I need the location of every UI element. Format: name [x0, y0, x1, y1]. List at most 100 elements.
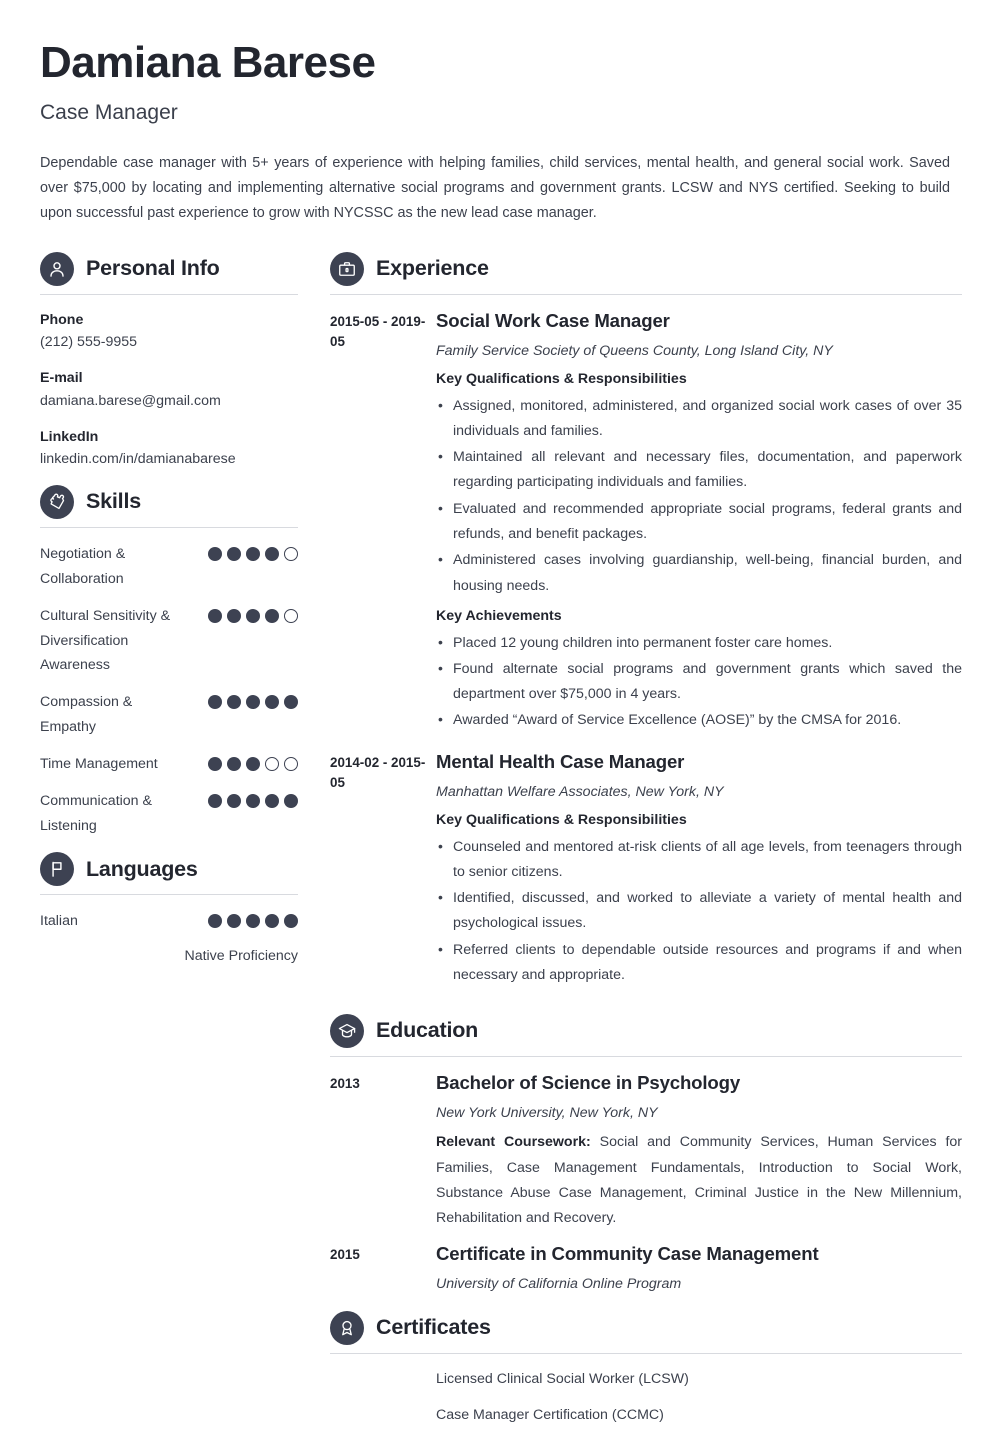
section-experience: Experience 2015-05 - 2019-05 Social Work …: [330, 251, 962, 995]
section-header: Skills: [40, 484, 298, 527]
entry-subtitle: University of California Online Program: [436, 1275, 682, 1292]
flag-icon: [40, 852, 74, 887]
detail-label: Relevant Coursework:: [436, 1134, 591, 1151]
rating-dot: [265, 608, 279, 623]
entry-date: 2014-02 - 2015-05: [330, 754, 426, 791]
page-title: Damiana Barese: [40, 38, 376, 87]
certificate-item: Case Manager Certification (CCMC): [436, 1407, 664, 1424]
section-header: Personal Info: [40, 251, 298, 294]
section-header: Certificates: [330, 1310, 962, 1353]
certificate-item: Licensed Clinical Social Worker (LCSW): [436, 1370, 689, 1387]
graduation-cap-icon: [330, 1014, 364, 1049]
group-heading: Key Qualifications & Responsibilities: [436, 370, 687, 387]
education-entry: 2015 Certificate in Community Case Manage…: [330, 1242, 962, 1301]
personal-info-item: Phone (212) 555-9955: [40, 309, 298, 354]
rating-dot: [246, 608, 260, 623]
bullet-list: Assigned, monitored, administered, and o…: [436, 393, 962, 599]
rating-dot: [227, 608, 241, 623]
skill-name: Compassion & Empathy: [40, 694, 133, 736]
rating-dot: [246, 793, 260, 808]
field-label: E-mail: [40, 370, 83, 387]
rating-dot: [227, 756, 241, 771]
section-divider: [40, 293, 298, 295]
entry-title: Social Work Case Manager: [436, 309, 670, 331]
rating-dot: [208, 914, 222, 929]
section-personal-info: Personal Info Phone (212) 555-9955 E-mai…: [40, 251, 298, 471]
rating-dots: [208, 752, 298, 771]
field-value[interactable]: linkedin.com/in/damianabarese: [40, 448, 298, 471]
personal-info-item: E-mail damiana.barese@gmail.com: [40, 367, 298, 412]
field-label: Phone: [40, 311, 84, 328]
rating-dot: [208, 695, 222, 710]
section-header: Experience: [330, 251, 962, 294]
rating-dot: [265, 695, 279, 710]
sidebar-column: Personal Info Phone (212) 555-9955 E-mai…: [40, 251, 298, 975]
rating-dot: [284, 546, 298, 561]
rating-dot: [227, 695, 241, 710]
rating-dot: [246, 914, 260, 929]
experience-entries: 2015-05 - 2019-05 Social Work Case Manage…: [330, 309, 962, 995]
bullet-list: Counseled and mentored at-risk clients o…: [436, 834, 962, 989]
puzzle-piece-icon: [40, 484, 74, 519]
skill-row: Communication & Listening: [40, 789, 298, 839]
entry-subtitle: New York University, New York, NY: [436, 1105, 658, 1122]
section-divider: [330, 293, 962, 295]
language-row: Italian: [40, 909, 298, 934]
section-title: Languages: [86, 856, 198, 881]
entry-subtitle: Manhattan Welfare Associates, New York, …: [436, 783, 724, 800]
briefcase-icon: [330, 251, 364, 286]
group-heading: Key Achievements: [436, 607, 562, 624]
language-level: Native Proficiency: [184, 948, 298, 965]
entry-body: Mental Health Case Manager Manhattan Welf…: [436, 750, 962, 995]
entry-detail: Relevant Coursework: Social and Communit…: [436, 1134, 962, 1227]
skill-row: Negotiation & Collaboration: [40, 542, 298, 592]
rating-dot: [265, 793, 279, 808]
rating-dots: [208, 542, 298, 561]
skills-list: Negotiation & Collaboration Cultural Sens…: [40, 542, 298, 838]
rating-dots: [208, 909, 298, 929]
resume-page: Damiana Barese Case Manager Dependable c…: [0, 0, 990, 1423]
person-icon: [40, 251, 74, 286]
languages-list: Italian Native Proficiency: [40, 909, 298, 968]
rating-dot: [208, 546, 222, 561]
skill-name: Cultural Sensitivity & Diversification A…: [40, 607, 171, 674]
main-column: Experience 2015-05 - 2019-05 Social Work …: [330, 251, 962, 1441]
section-header: Education: [330, 1014, 962, 1056]
rating-dot: [246, 695, 260, 710]
group-heading: Key Qualifications & Responsibilities: [436, 811, 687, 828]
entry-title: Mental Health Case Manager: [436, 750, 685, 772]
skill-name: Time Management: [40, 755, 158, 772]
section-title: Education: [376, 1018, 479, 1043]
entry-title: Bachelor of Science in Psychology: [436, 1072, 741, 1094]
entry-date: 2013: [330, 1076, 360, 1092]
rating-dot: [227, 546, 241, 561]
rating-dots: [208, 789, 298, 808]
experience-entry: 2015-05 - 2019-05 Social Work Case Manage…: [330, 309, 962, 740]
skill-name: Negotiation & Collaboration: [40, 545, 126, 587]
personal-info-item: LinkedIn linkedin.com/in/damianabarese: [40, 426, 298, 471]
section-header: Languages: [40, 852, 298, 894]
entry-date: 2015: [330, 1246, 360, 1262]
professional-summary: Dependable case manager with 5+ years of…: [40, 155, 950, 221]
bullet-item: Evaluated and recommended appropriate so…: [436, 496, 962, 548]
bullet-item: Awarded “Award of Service Excellence (AO…: [436, 707, 962, 733]
bullet-item: Administered cases involving guardianshi…: [436, 547, 962, 599]
section-skills: Skills Negotiation & Collaboration Cultur…: [40, 484, 298, 838]
skill-row: Compassion & Empathy: [40, 690, 298, 740]
entry-title: Certificate in Community Case Management: [436, 1242, 819, 1264]
language-item: Italian Native Proficiency: [40, 909, 298, 968]
rating-dot: [208, 608, 222, 623]
skill-row: Cultural Sensitivity & Diversification A…: [40, 604, 298, 679]
experience-entry: 2014-02 - 2015-05 Mental Health Case Mana…: [330, 750, 962, 995]
section-title: Certificates: [376, 1314, 491, 1339]
field-value[interactable]: (212) 555-9955: [40, 331, 298, 354]
entry-subtitle: Family Service Society of Queens County,…: [436, 342, 833, 359]
certificates-items: Licensed Clinical Social Worker (LCSW) Ca…: [330, 1368, 962, 1427]
bullet-item: Identified, discussed, and worked to all…: [436, 885, 962, 937]
bullet-item: Found alternate social programs and gove…: [436, 656, 962, 708]
rating-dots: [208, 604, 298, 623]
field-value[interactable]: damiana.barese@gmail.com: [40, 390, 298, 413]
rating-dot: [208, 793, 222, 808]
section-certificates: Certificates Licensed Clinical Social Wo…: [330, 1310, 962, 1427]
rating-dot: [284, 914, 298, 929]
